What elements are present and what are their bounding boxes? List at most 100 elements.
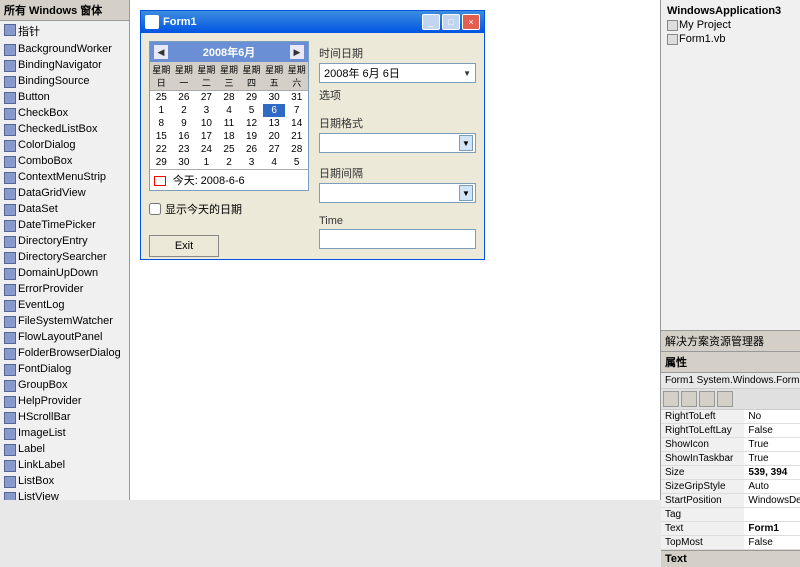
design-surface[interactable]: Form1 _ □ × ◀ 2008年6月 ▶ 星期日星期一星期二星期三星期四星…	[130, 0, 660, 500]
cal-day[interactable]: 28	[285, 143, 308, 156]
cal-today-row[interactable]: 今天: 2008-6-6	[150, 169, 308, 190]
toolbox-item[interactable]: DataSet	[0, 201, 129, 217]
prop-value[interactable]: True	[744, 438, 800, 451]
solution-item[interactable]: My Project	[665, 18, 796, 32]
cal-day[interactable]: 17	[195, 130, 218, 143]
cal-day[interactable]: 10	[195, 117, 218, 130]
cal-day[interactable]: 4	[263, 156, 286, 169]
date-time-picker[interactable]: 2008年 6月 6日 ▼	[319, 63, 476, 83]
cal-day[interactable]: 2	[173, 104, 196, 117]
cal-day[interactable]: 25	[150, 91, 173, 104]
cal-day[interactable]: 27	[263, 143, 286, 156]
toolbox-item[interactable]: DomainUpDown	[0, 265, 129, 281]
cal-day[interactable]: 30	[263, 91, 286, 104]
format-combo[interactable]: ▼	[319, 133, 476, 153]
toolbox-item[interactable]: BindingNavigator	[0, 57, 129, 73]
props-object[interactable]: Form1 System.Windows.Forms.Form	[661, 373, 800, 389]
cal-day[interactable]: 26	[173, 91, 196, 104]
prop-value[interactable]	[744, 508, 800, 521]
toolbox-item[interactable]: CheckBox	[0, 105, 129, 121]
toolbox-item[interactable]: DirectoryEntry	[0, 233, 129, 249]
property-row[interactable]: RightToLeftNo	[661, 410, 800, 424]
cal-day[interactable]: 11	[218, 117, 241, 130]
property-row[interactable]: TopMostFalse	[661, 536, 800, 550]
toolbox-item[interactable]: ComboBox	[0, 153, 129, 169]
toolbox-item[interactable]: Label	[0, 441, 129, 457]
cal-day[interactable]: 5	[285, 156, 308, 169]
prop-value[interactable]: No	[744, 410, 800, 423]
form-window[interactable]: Form1 _ □ × ◀ 2008年6月 ▶ 星期日星期一星期二星期三星期四星…	[140, 10, 485, 260]
maximize-button[interactable]: □	[442, 14, 460, 30]
toolbox-item[interactable]: DateTimePicker	[0, 217, 129, 233]
toolbox-item[interactable]: HelpProvider	[0, 393, 129, 409]
prop-value[interactable]: WindowsDefaultL	[744, 494, 800, 507]
cal-day[interactable]: 8	[150, 117, 173, 130]
toolbox-item[interactable]: DataGridView	[0, 185, 129, 201]
property-row[interactable]: RightToLeftLayFalse	[661, 424, 800, 438]
interval-combo[interactable]: ▼	[319, 183, 476, 203]
property-row[interactable]: ShowIconTrue	[661, 438, 800, 452]
solution-root[interactable]: WindowsApplication3	[665, 4, 796, 18]
cal-day[interactable]: 12	[240, 117, 263, 130]
property-row[interactable]: Size539, 394	[661, 466, 800, 480]
toolbox-item[interactable]: EventLog	[0, 297, 129, 313]
exit-button[interactable]: Exit	[149, 235, 219, 257]
toolbox-item[interactable]: GroupBox	[0, 377, 129, 393]
prop-value[interactable]: Auto	[744, 480, 800, 493]
toolbox-item[interactable]: CheckedListBox	[0, 121, 129, 137]
toolbox-item[interactable]: DirectorySearcher	[0, 249, 129, 265]
prop-value[interactable]: False	[744, 536, 800, 549]
titlebar[interactable]: Form1 _ □ ×	[141, 11, 484, 33]
cal-day[interactable]: 4	[218, 104, 241, 117]
toolbox-item[interactable]: FlowLayoutPanel	[0, 329, 129, 345]
prop-value[interactable]: Form1	[744, 522, 800, 535]
show-today-checkbox[interactable]	[149, 203, 161, 215]
cal-day[interactable]: 20	[263, 130, 286, 143]
prop-value[interactable]: False	[744, 424, 800, 437]
toolbox-item[interactable]: ListView	[0, 489, 129, 500]
cal-day[interactable]: 18	[218, 130, 241, 143]
toolbox-item[interactable]: ImageList	[0, 425, 129, 441]
cal-next-icon[interactable]: ▶	[290, 45, 304, 59]
cal-day[interactable]: 29	[150, 156, 173, 169]
cal-day[interactable]: 19	[240, 130, 263, 143]
toolbox-item[interactable]: ContextMenuStrip	[0, 169, 129, 185]
cal-day[interactable]: 25	[218, 143, 241, 156]
cal-day[interactable]: 1	[195, 156, 218, 169]
property-row[interactable]: ShowInTaskbarTrue	[661, 452, 800, 466]
categorize-icon[interactable]	[663, 391, 679, 407]
close-button[interactable]: ×	[462, 14, 480, 30]
cal-day[interactable]: 9	[173, 117, 196, 130]
props-icon[interactable]	[699, 391, 715, 407]
toolbox-item[interactable]: LinkLabel	[0, 457, 129, 473]
prop-value[interactable]: 539, 394	[744, 466, 800, 479]
property-row[interactable]: TextForm1	[661, 522, 800, 536]
cal-day[interactable]: 6	[263, 104, 286, 117]
cal-day[interactable]: 7	[285, 104, 308, 117]
cal-day[interactable]: 3	[240, 156, 263, 169]
cal-day[interactable]: 31	[285, 91, 308, 104]
time-textbox[interactable]	[319, 229, 476, 249]
toolbox-item[interactable]: FolderBrowserDialog	[0, 345, 129, 361]
toolbox-item[interactable]: BindingSource	[0, 73, 129, 89]
cal-day[interactable]: 29	[240, 91, 263, 104]
cal-day[interactable]: 22	[150, 143, 173, 156]
cal-day[interactable]: 30	[173, 156, 196, 169]
toolbox-item[interactable]: HScrollBar	[0, 409, 129, 425]
solution-item[interactable]: Form1.vb	[665, 32, 796, 46]
events-icon[interactable]	[717, 391, 733, 407]
month-calendar[interactable]: ◀ 2008年6月 ▶ 星期日星期一星期二星期三星期四星期五星期六2526272…	[149, 41, 309, 191]
cal-day[interactable]: 27	[195, 91, 218, 104]
cal-prev-icon[interactable]: ◀	[154, 45, 168, 59]
cal-day[interactable]: 15	[150, 130, 173, 143]
cal-day[interactable]: 21	[285, 130, 308, 143]
cal-day[interactable]: 2	[218, 156, 241, 169]
cal-day[interactable]: 5	[240, 104, 263, 117]
cal-day[interactable]: 26	[240, 143, 263, 156]
toolbox-item[interactable]: Button	[0, 89, 129, 105]
toolbox-item[interactable]: BackgroundWorker	[0, 41, 129, 57]
cal-day[interactable]: 16	[173, 130, 196, 143]
cal-day[interactable]: 1	[150, 104, 173, 117]
prop-value[interactable]: True	[744, 452, 800, 465]
cal-day[interactable]: 3	[195, 104, 218, 117]
